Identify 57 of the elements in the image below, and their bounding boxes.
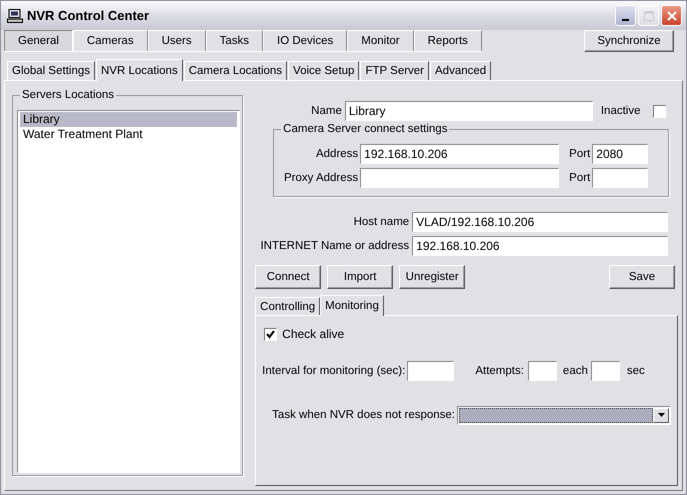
field-label: Inactive bbox=[600, 105, 640, 117]
field-label: INTERNET Name or address bbox=[259, 240, 410, 252]
field-label: sec bbox=[626, 365, 645, 377]
field-label: Task when NVR does not response: bbox=[272, 409, 455, 421]
task-dropdown[interactable] bbox=[457, 406, 671, 424]
computer-icon bbox=[7, 8, 23, 22]
minimize-button[interactable] bbox=[615, 5, 636, 26]
field-label: Interval for monitoring (sec): bbox=[262, 365, 406, 377]
port-field[interactable]: 2080 bbox=[592, 144, 648, 164]
main-tab[interactable]: Monitor bbox=[347, 30, 414, 51]
main-tab[interactable]: IO Devices bbox=[263, 30, 348, 51]
field-label: Attempts: bbox=[475, 365, 524, 377]
main-tab[interactable]: Tasks bbox=[206, 30, 264, 51]
sub-tab[interactable]: NVR Locations bbox=[96, 59, 183, 81]
inner-tab[interactable]: Controlling bbox=[255, 297, 320, 315]
internet-name-field[interactable]: 192.168.10.206 bbox=[412, 236, 668, 256]
dropdown-arrow-icon bbox=[658, 413, 664, 417]
checkbox-label: Check alive bbox=[282, 327, 344, 341]
main-tab[interactable]: Reports bbox=[414, 30, 482, 51]
sub-tab[interactable]: Advanced bbox=[430, 61, 492, 80]
sub-tab[interactable]: Camera Locations bbox=[184, 61, 288, 80]
check-alive-checkbox[interactable] bbox=[264, 328, 278, 340]
field-label: Port bbox=[569, 172, 590, 184]
close-button[interactable] bbox=[661, 5, 682, 26]
synchronize-button[interactable]: Synchronize bbox=[584, 30, 674, 52]
action-button[interactable]: Unregister bbox=[399, 265, 466, 289]
field-label: Port bbox=[569, 148, 590, 160]
field-label: each bbox=[562, 365, 588, 377]
main-tab[interactable]: Cameras bbox=[72, 30, 148, 51]
close-icon bbox=[666, 10, 676, 20]
window-title: NVR Control Center bbox=[27, 8, 150, 23]
address-field[interactable]: 192.168.10.206 bbox=[360, 144, 560, 164]
field-label: Proxy Address bbox=[283, 172, 358, 184]
sub-tab[interactable]: Global Settings bbox=[7, 61, 95, 80]
name-field[interactable]: Library bbox=[344, 101, 593, 121]
each-field[interactable] bbox=[590, 361, 620, 381]
main-tab[interactable]: Users bbox=[148, 30, 206, 51]
field-label: Address bbox=[314, 148, 358, 160]
group-title: Servers Locations bbox=[20, 89, 116, 101]
maximize-icon bbox=[644, 10, 654, 20]
sub-tab[interactable]: FTP Server bbox=[360, 61, 430, 80]
proxy-address-field[interactable] bbox=[360, 168, 560, 188]
field-label: Name bbox=[311, 105, 342, 117]
list-item[interactable]: Water Treatment Plant bbox=[20, 127, 238, 142]
inner-tab[interactable]: Monitoring bbox=[320, 295, 384, 316]
attempts-field[interactable] bbox=[528, 361, 557, 381]
group-title: Camera Server connect settings bbox=[281, 123, 450, 135]
field-label: Host name bbox=[352, 216, 410, 228]
main-tab[interactable]: General bbox=[4, 30, 73, 51]
host-name-field[interactable]: VLAD/192.168.10.206 bbox=[412, 212, 668, 232]
list-item[interactable]: Library bbox=[20, 112, 238, 127]
action-button[interactable]: Connect bbox=[255, 265, 322, 289]
save-button[interactable]: Save bbox=[609, 265, 675, 289]
interval-field[interactable] bbox=[407, 361, 454, 381]
action-button[interactable]: Import bbox=[327, 265, 394, 289]
sub-tab[interactable]: Voice Setup bbox=[288, 61, 360, 80]
proxy-port-field[interactable] bbox=[592, 168, 648, 188]
